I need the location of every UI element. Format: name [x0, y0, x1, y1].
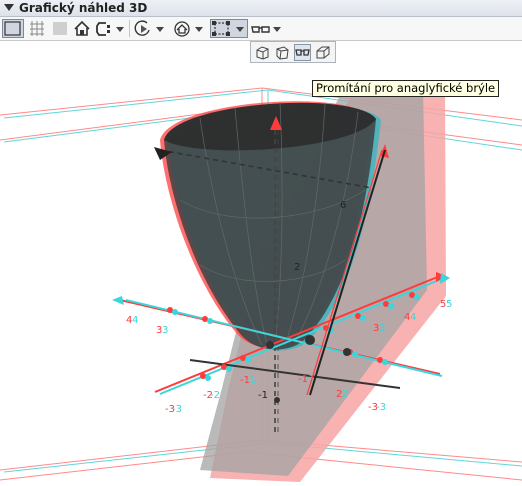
glasses-dropdown[interactable]	[250, 19, 284, 38]
y-tick-label: 5	[446, 299, 452, 310]
show-axes-button[interactable]	[2, 19, 24, 38]
x-tick-label: -3	[172, 404, 182, 415]
collapse-triangle-icon[interactable]	[4, 4, 14, 11]
chevron-down-icon	[195, 27, 203, 32]
rotate-icon	[134, 20, 150, 36]
rotate-view-dropdown[interactable]	[133, 19, 166, 38]
x-tick-label: -1	[246, 375, 256, 386]
standard-view-button[interactable]	[73, 19, 91, 38]
z-tick-label: 6	[340, 200, 346, 211]
show-grid-button[interactable]	[27, 19, 47, 38]
z-tick-label: 2	[294, 262, 300, 273]
toolbar-separator	[129, 20, 130, 37]
shade-icon	[53, 22, 67, 35]
chevron-down-icon	[116, 27, 124, 32]
chevron-down-icon	[273, 27, 281, 32]
projection-anaglyph-option[interactable]	[294, 44, 311, 61]
glasses-icon	[251, 26, 270, 33]
cube-perspective-icon	[276, 46, 289, 60]
projection-orthographic-option[interactable]	[254, 44, 271, 61]
shade-button[interactable]	[50, 19, 70, 38]
y-tick-label: 3	[162, 325, 168, 336]
x-tick-label: -2	[210, 390, 220, 401]
show-axes-icon	[4, 21, 21, 36]
clipping-dropdown[interactable]	[94, 19, 126, 38]
chevron-down-icon	[236, 27, 244, 32]
clipping-icon	[96, 22, 110, 36]
y-tick-label: -3	[376, 402, 386, 413]
home-icon	[74, 20, 90, 36]
cube-orthographic-icon	[256, 46, 269, 60]
tooltip: Promítání pro anaglyfické brýle	[312, 80, 500, 97]
projection-perspective-option[interactable]	[274, 44, 291, 61]
projection-dropdown[interactable]	[210, 19, 248, 38]
projection-menu	[250, 41, 336, 63]
y-tick-label: 4	[410, 312, 416, 323]
view-titlebar: Grafický náhled 3D	[0, 0, 522, 17]
chevron-down-icon	[156, 27, 164, 32]
y-tick-label: 4	[132, 315, 138, 326]
view-direction-dropdown[interactable]	[171, 19, 205, 38]
view-title: Grafický náhled 3D	[19, 1, 148, 15]
glasses-icon	[295, 49, 310, 56]
cube-oblique-icon	[316, 46, 330, 59]
y-tick-label: 2	[342, 389, 348, 400]
graphics-3d-view[interactable]: -3 -3 -2 -2 -1 -1 4 4 3 3 5 5 4 4 3 3 2 …	[0, 41, 522, 486]
box-icon	[212, 21, 230, 36]
z-tick-label: -1	[258, 390, 268, 401]
style-toolbar	[0, 17, 522, 41]
y-tick-label: 3	[379, 323, 385, 334]
view-direction-icon	[174, 21, 190, 37]
show-grid-icon	[30, 21, 44, 36]
projection-oblique-option[interactable]	[314, 44, 331, 61]
